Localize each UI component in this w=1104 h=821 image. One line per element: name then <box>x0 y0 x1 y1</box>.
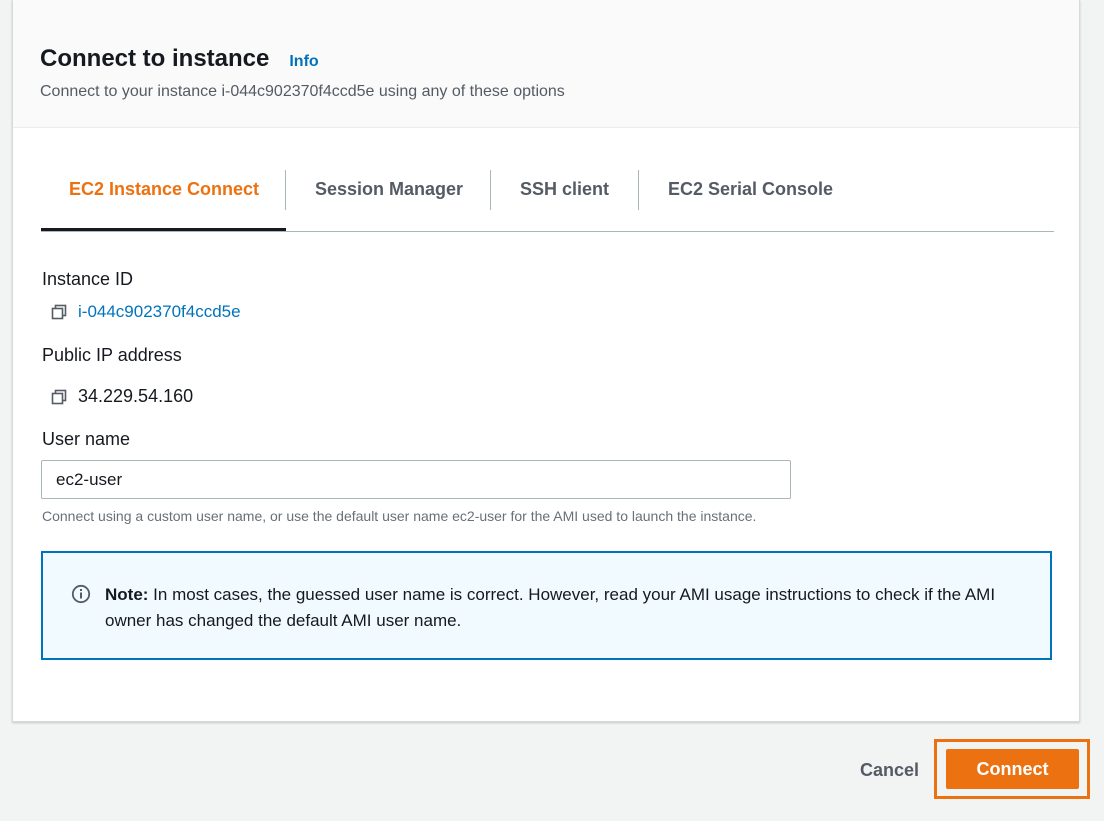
info-circle-icon <box>71 584 91 604</box>
page-title: Connect to instance <box>40 45 270 72</box>
tab-ec2-serial-console[interactable]: EC2 Serial Console <box>640 168 860 230</box>
public-ip-row: 34.229.54.160 <box>51 386 193 407</box>
tab-divider <box>490 170 491 210</box>
instance-id-label: Instance ID <box>42 269 134 289</box>
tab-bar: EC2 Instance Connect Session Manager SSH… <box>41 168 1054 232</box>
public-ip-value: 34.229.54.160 <box>78 386 194 406</box>
title-row: Connect to instance Info <box>40 45 319 73</box>
page-subtitle: Connect to your instance i-044c902370f4c… <box>40 83 565 100</box>
info-link[interactable]: Info <box>289 53 318 71</box>
tab-ec2-instance-connect[interactable]: EC2 Instance Connect <box>41 168 286 231</box>
connect-panel: Connect to instance Info Connect to your… <box>12 0 1080 722</box>
panel-header: Connect to instance Info Connect to your… <box>13 0 1079 128</box>
copy-icon[interactable] <box>51 389 67 405</box>
instance-id-value[interactable]: i-044c902370f4ccd5e <box>78 302 241 322</box>
tab-ssh-client[interactable]: SSH client <box>492 168 638 230</box>
connect-button[interactable]: Connect <box>946 749 1079 789</box>
user-name-input[interactable] <box>41 460 791 499</box>
tab-session-manager[interactable]: Session Manager <box>287 168 490 230</box>
note-bold-label: Note: <box>105 585 149 604</box>
instance-id-row: i-044c902370f4ccd5e <box>51 302 241 322</box>
tab-divider <box>638 170 639 210</box>
note-alert: Note: In most cases, the guessed user na… <box>41 551 1052 660</box>
user-name-label: User name <box>42 429 131 449</box>
public-ip-label: Public IP address <box>42 345 182 365</box>
copy-icon[interactable] <box>51 304 67 320</box>
tab-divider <box>285 170 286 210</box>
note-body: In most cases, the guessed user name is … <box>105 585 996 630</box>
cancel-button[interactable]: Cancel <box>850 752 929 788</box>
user-name-hint: Connect using a custom user name, or use… <box>42 508 757 524</box>
note-text: Note: In most cases, the guessed user na… <box>105 582 1035 634</box>
